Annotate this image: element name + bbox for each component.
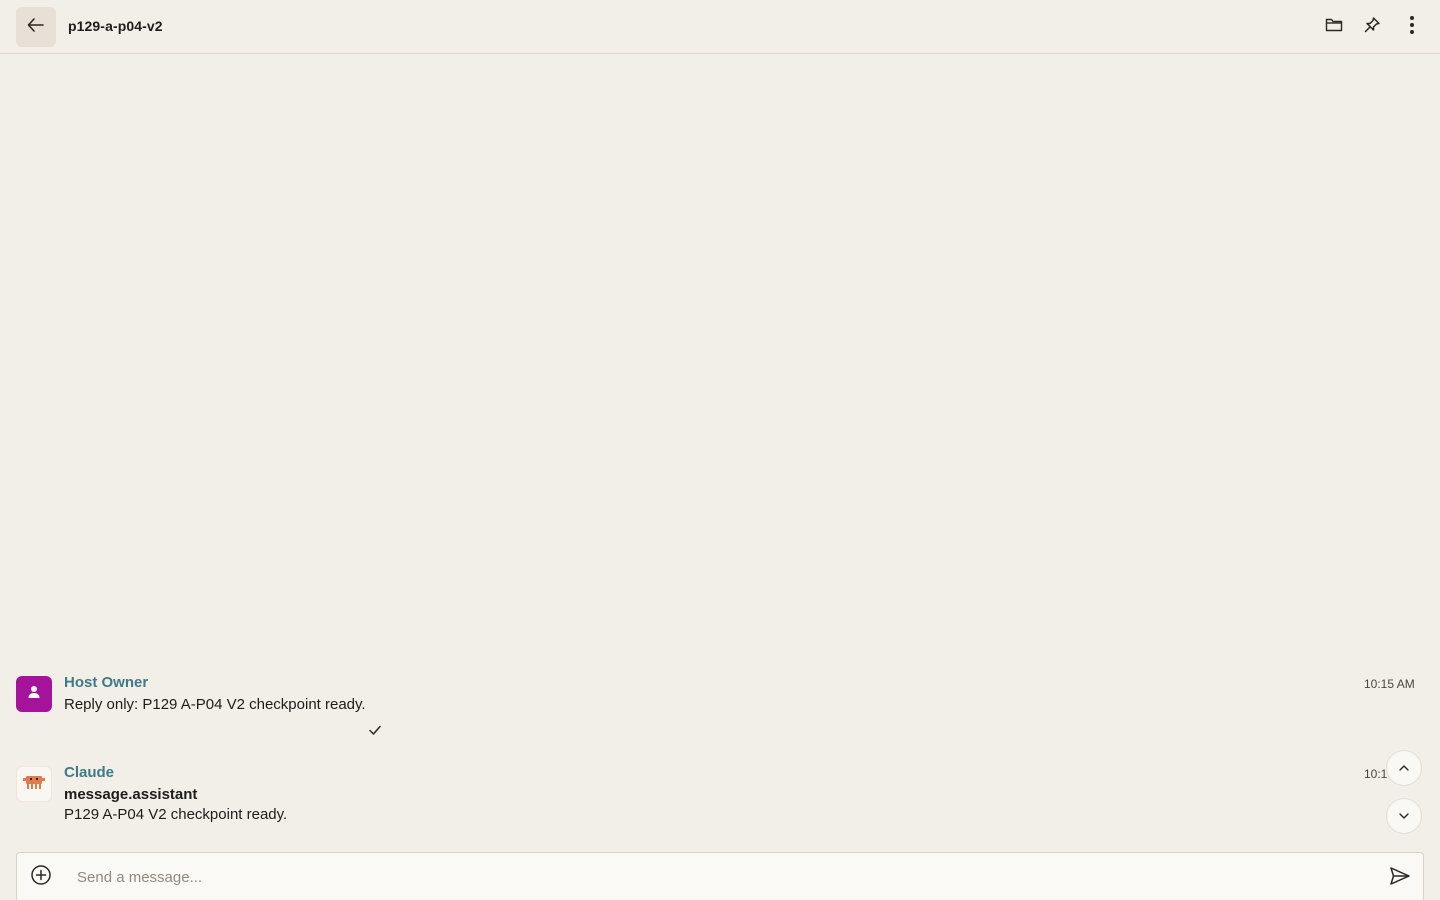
- page-title: p129-a-p04-v2: [68, 18, 163, 34]
- message-heading: message.assistant: [64, 786, 198, 803]
- plus-circle-icon: [30, 864, 52, 891]
- arrow-left-icon: [26, 15, 46, 40]
- pin-icon: [1363, 16, 1381, 39]
- sender-name[interactable]: Host Owner: [64, 674, 148, 691]
- send-icon: [1389, 866, 1411, 891]
- pin-button[interactable]: [1360, 15, 1384, 39]
- folder-icon: [1325, 17, 1343, 38]
- message-composer: [16, 852, 1424, 900]
- attach-button[interactable]: [29, 864, 53, 891]
- scroll-up-button[interactable]: [1386, 750, 1422, 786]
- avatar: [16, 676, 52, 712]
- robot-crab-icon: [22, 772, 46, 797]
- message-item: Claude 10:1 message.assistant P129 A-P04…: [0, 760, 1440, 840]
- more-vertical-icon: [1409, 15, 1415, 40]
- scroll-down-button[interactable]: [1386, 798, 1422, 834]
- more-menu-button[interactable]: [1400, 15, 1424, 39]
- message-text: Reply only: P129 A-P04 V2 checkpoint rea…: [64, 696, 366, 713]
- checkmark-icon: [368, 723, 382, 741]
- chevron-up-icon: [1398, 759, 1410, 777]
- avatar: [16, 766, 52, 802]
- message-text: P129 A-P04 V2 checkpoint ready.: [64, 806, 288, 823]
- folder-button[interactable]: [1322, 15, 1346, 39]
- message-timestamp: 10:1: [1364, 767, 1388, 781]
- message-input[interactable]: [77, 863, 1367, 891]
- back-button[interactable]: [16, 7, 56, 47]
- message-timestamp: 10:15 AM: [1364, 677, 1415, 691]
- message-item: Host Owner 10:15 AM Reply only: P129 A-P…: [0, 670, 1440, 740]
- user-icon: [26, 684, 42, 705]
- send-button[interactable]: [1387, 865, 1413, 891]
- chat-window: p129-a-p04-v2 Host Owner 10:15 AM Reply …: [0, 0, 1440, 900]
- header-bar: p129-a-p04-v2: [0, 0, 1440, 54]
- sender-name[interactable]: Claude: [64, 764, 114, 781]
- chevron-down-icon: [1398, 807, 1410, 825]
